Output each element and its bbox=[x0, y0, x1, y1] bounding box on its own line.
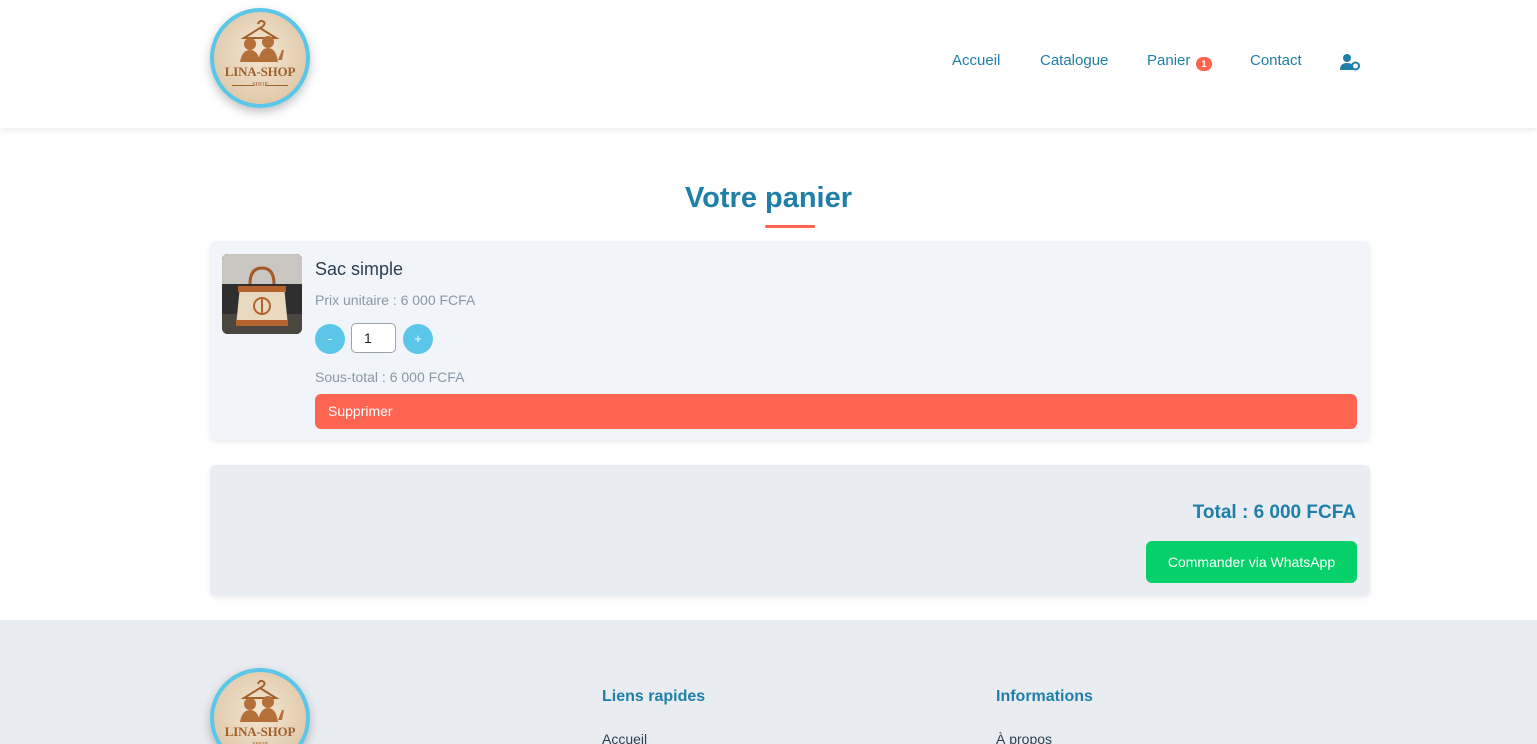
logo-subtext: SHOP bbox=[252, 82, 268, 88]
site-footer: LINA-SHOP SHOP Liens rapides Accueil Inf… bbox=[0, 620, 1537, 744]
logo-divider bbox=[266, 85, 288, 86]
hanger-icon bbox=[240, 19, 284, 62]
decrease-quantity-button[interactable]: - bbox=[315, 324, 345, 354]
footer-logo[interactable]: LINA-SHOP SHOP bbox=[210, 668, 310, 744]
quantity-input[interactable] bbox=[351, 323, 396, 353]
footer-link-about[interactable]: À propos bbox=[996, 731, 1052, 744]
user-cog-icon[interactable] bbox=[1340, 53, 1360, 71]
footer-link-accueil[interactable]: Accueil bbox=[602, 731, 647, 744]
increase-quantity-button[interactable]: + bbox=[403, 324, 433, 354]
product-name: Sac simple bbox=[315, 259, 404, 279]
site-header: LINA-SHOP SHOP Accueil Catalogue Panier … bbox=[0, 0, 1537, 128]
product-image[interactable] bbox=[222, 254, 302, 334]
footer-info-title: Informations bbox=[996, 688, 1093, 705]
logo-text: LINA-SHOP bbox=[224, 64, 296, 79]
nav-accueil[interactable]: Accueil bbox=[952, 52, 1000, 69]
unit-price: Prix unitaire : 6 000 FCFA bbox=[315, 292, 476, 308]
brand-logo[interactable]: LINA-SHOP SHOP bbox=[210, 8, 310, 108]
order-whatsapp-button[interactable]: Commander via WhatsApp bbox=[1146, 541, 1357, 583]
logo-text: LINA-SHOP bbox=[224, 724, 296, 739]
nav-contact[interactable]: Contact bbox=[1250, 52, 1302, 69]
nav-catalogue[interactable]: Catalogue bbox=[1040, 52, 1108, 69]
footer-quick-links-title: Liens rapides bbox=[602, 688, 706, 705]
cart-summary: Total : 6 000 FCFA Commander via WhatsAp… bbox=[210, 465, 1370, 596]
cart-total: Total : 6 000 FCFA bbox=[1192, 502, 1356, 523]
cart-count-badge: 1 bbox=[1196, 57, 1212, 71]
subtotal: Sous-total : 6 000 FCFA bbox=[315, 369, 465, 385]
page-title: Votre panier bbox=[684, 182, 853, 214]
cart-item: Sac simple Prix unitaire : 6 000 FCFA - … bbox=[210, 241, 1370, 440]
delete-item-button[interactable]: Supprimer bbox=[315, 394, 1357, 429]
title-underline bbox=[765, 225, 815, 228]
nav-panier[interactable]: Panier bbox=[1147, 52, 1190, 69]
